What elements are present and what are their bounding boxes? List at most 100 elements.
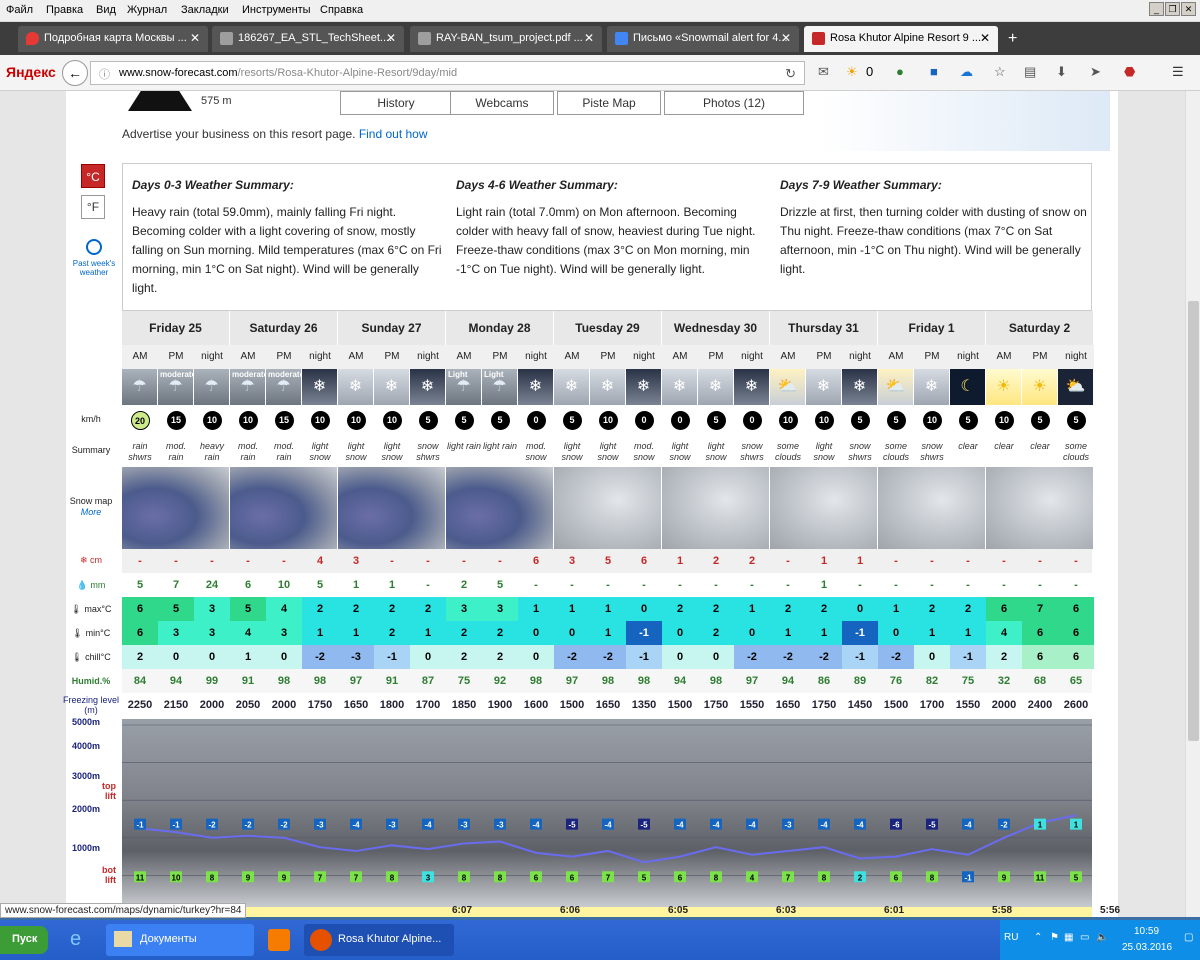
clock-date: 25.03.2016 xyxy=(1122,942,1173,953)
rain-cell: 1 xyxy=(820,579,828,591)
past-weather-link[interactable]: Past week's weather xyxy=(72,239,116,277)
photos-button[interactable]: Photos (12) xyxy=(664,91,804,115)
menu-history[interactable]: Журнал xyxy=(127,4,167,16)
lift-temp-value: 1 xyxy=(1038,821,1043,830)
tab-snowmail[interactable]: Письмо «Snowmail alert for 4... ✕ xyxy=(607,26,799,52)
max-temp-cell: 0 xyxy=(842,597,878,621)
weather-icon: ⛅ xyxy=(1058,369,1094,405)
chill-temp-row: 2 0 0 1 0 -2 -3 -1 0 2 2 0 -2 -2 -1 0 0 -2 -2 -2 -1 -2 0 -1 2 6 6 xyxy=(122,645,1094,669)
reading-list-icon[interactable]: ▤ xyxy=(1024,64,1036,80)
show-desktop-icon[interactable]: ▢ xyxy=(1184,932,1193,943)
menu-tools[interactable]: Инструменты xyxy=(242,4,311,16)
snow-map-thumbnail[interactable] xyxy=(230,467,338,549)
tab-close-icon[interactable]: ✕ xyxy=(781,31,791,45)
scrollbar-thumb[interactable] xyxy=(1188,301,1199,741)
top-lift-temp: -2 xyxy=(206,818,218,830)
info-icon[interactable]: ⓘ xyxy=(99,66,110,82)
max-temp-row: 653542222331110221220122676 xyxy=(122,597,1094,621)
reload-icon[interactable]: ↻ xyxy=(785,66,796,82)
snow-map-thumbnail[interactable] xyxy=(770,467,878,549)
tab-rosa-khutor[interactable]: Rosa Khutor Alpine Resort 9 ... ✕ xyxy=(804,26,998,52)
tab-close-icon[interactable]: ✕ xyxy=(584,31,594,45)
address-bar[interactable]: ⓘ www.snow-forecast.com/resorts/Rosa-Khu… xyxy=(90,61,805,85)
celsius-button[interactable]: °C xyxy=(81,164,105,188)
send-icon[interactable]: ➤ xyxy=(1090,64,1101,80)
tab-close-icon[interactable]: ✕ xyxy=(386,31,396,45)
tray-expand-icon[interactable]: ⌃ xyxy=(1034,932,1042,943)
tab-moscow-map[interactable]: Подробная карта Москвы ... ✕ xyxy=(18,26,208,52)
snow-map-thumbnail[interactable] xyxy=(662,467,770,549)
network-icon[interactable]: ▦ xyxy=(1064,932,1073,943)
weather-icon: ☾ xyxy=(950,369,986,405)
menu-edit[interactable]: Правка xyxy=(46,4,83,16)
yandex-logo[interactable]: Яндекс xyxy=(6,64,56,80)
taskbar-firefox[interactable]: Rosa Khutor Alpine... xyxy=(304,924,454,956)
bottom-lift-temp: 7 xyxy=(350,871,362,883)
start-button[interactable]: Пуск xyxy=(0,926,48,954)
weather-icon: ❄ xyxy=(554,369,590,405)
menu-help[interactable]: Справка xyxy=(320,4,363,16)
menu-file[interactable]: Файл xyxy=(6,4,33,16)
wind-cell: 0 xyxy=(734,405,770,435)
sun-icon[interactable]: ☀ xyxy=(846,64,858,80)
top-lift-temp: 1 xyxy=(1070,818,1082,830)
menu-bookmarks[interactable]: Закладки xyxy=(181,4,229,16)
lift-temp-value: -4 xyxy=(820,821,828,830)
fahrenheit-button[interactable]: °F xyxy=(81,195,105,219)
chill-temp-cell: 6 xyxy=(1022,645,1058,669)
webcams-button[interactable]: Webcams xyxy=(450,91,554,115)
tab-close-icon[interactable]: ✕ xyxy=(980,31,990,45)
summary-cell: snow shwrs xyxy=(848,441,872,462)
freezing-level-cell: 1650 xyxy=(595,699,621,711)
media-player-icon[interactable] xyxy=(268,929,290,951)
extension-icon[interactable]: ● xyxy=(896,64,904,79)
display-icon[interactable]: ▭ xyxy=(1080,932,1089,943)
back-arrow-icon[interactable]: ← xyxy=(62,60,88,86)
snow-map-thumbnail[interactable] xyxy=(122,467,230,549)
cloud-icon[interactable]: ☁ xyxy=(960,64,973,80)
snow-map-thumbnail[interactable] xyxy=(986,467,1094,549)
snow-map-thumbnail[interactable] xyxy=(878,467,986,549)
tab-rayban-pdf[interactable]: RAY-BAN_tsum_project.pdf ... ✕ xyxy=(410,26,602,52)
summary-cell: light snow xyxy=(669,441,691,462)
minimize-icon[interactable]: _ xyxy=(1149,2,1164,16)
vertical-scrollbar[interactable] xyxy=(1185,91,1200,917)
summary-cell: snow shwrs xyxy=(416,441,440,462)
adblock-icon[interactable]: ⬣ xyxy=(1124,64,1135,80)
lift-temp-value: -3 xyxy=(460,821,468,830)
weather-icon: ⛅ xyxy=(770,369,806,405)
snow-map-thumbnail[interactable] xyxy=(338,467,446,549)
snowmap-more-link[interactable]: More xyxy=(62,507,120,517)
download-icon[interactable]: ⬇ xyxy=(1056,64,1067,80)
menu-view[interactable]: Вид xyxy=(96,4,116,16)
top-lift-temp: -1 xyxy=(170,818,182,830)
weather-icon-row: ☂ ☂ moderate ☂ ☂ moderate ☂ moderate ❄ ❄ ❄ ❄ ☂ Light ☂… xyxy=(122,369,1094,405)
restore-icon[interactable]: ❐ xyxy=(1165,2,1180,16)
mail-icon[interactable]: ✉ xyxy=(818,64,829,80)
max-temp-cell: 3 xyxy=(194,597,230,621)
bottom-lift-temp: 5 xyxy=(638,871,650,883)
flag-icon[interactable]: ⚑ xyxy=(1050,932,1059,943)
tab-close-icon[interactable]: ✕ xyxy=(190,31,200,45)
extension-icon[interactable]: ■ xyxy=(930,64,938,79)
volume-icon[interactable]: 🔈 xyxy=(1096,932,1108,943)
internet-explorer-icon[interactable]: e xyxy=(70,928,81,951)
bottom-lift-temp: 8 xyxy=(818,871,830,883)
new-tab-icon[interactable]: + xyxy=(1008,30,1017,48)
language-indicator[interactable]: RU xyxy=(1004,932,1018,943)
piste-map-button[interactable]: Piste Map xyxy=(557,91,661,115)
snow-map-thumbnail[interactable] xyxy=(554,467,662,549)
close-icon[interactable]: ✕ xyxy=(1181,2,1196,16)
humidity-cell: 87 xyxy=(421,675,435,687)
advert-link[interactable]: Find out how xyxy=(359,127,428,141)
snow-map-thumbnail[interactable] xyxy=(446,467,554,549)
star-icon[interactable]: ☆ xyxy=(994,64,1006,80)
clock-time[interactable]: 10:59 xyxy=(1134,926,1159,937)
level-label: 5000m xyxy=(72,717,101,727)
history-button[interactable]: History xyxy=(340,91,452,115)
taskbar-documents[interactable]: Документы xyxy=(106,924,254,956)
hamburger-menu-icon[interactable]: ☰ xyxy=(1172,64,1184,80)
tab-techsheet[interactable]: 186267_EA_STL_TechSheet.... ✕ xyxy=(212,26,404,52)
max-temp-cell: 3 xyxy=(446,597,482,621)
lift-temp-value: 1 xyxy=(1074,821,1079,830)
